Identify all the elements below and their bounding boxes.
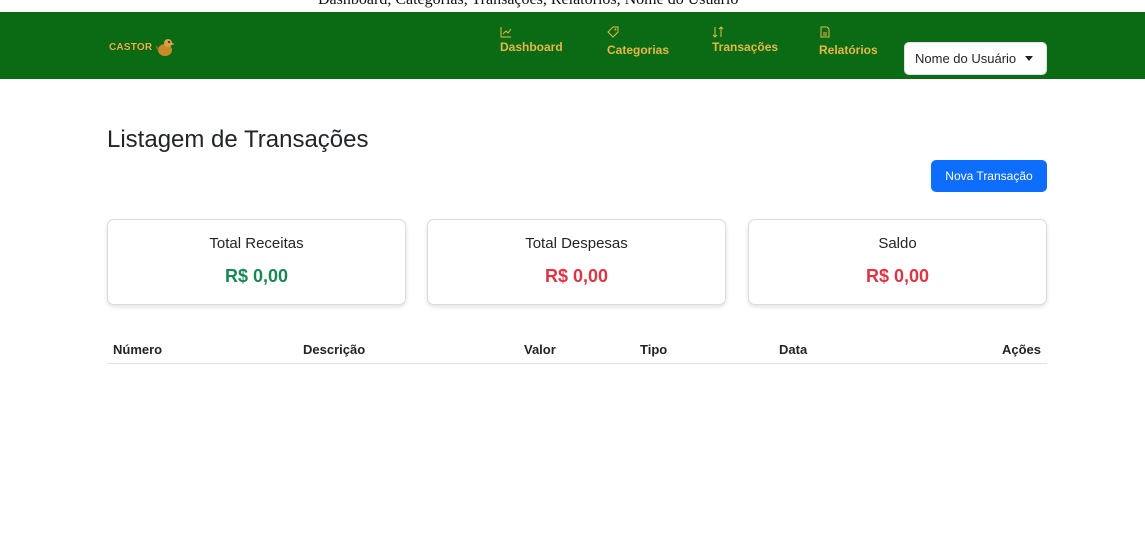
card-value: R$ 0,00 (865, 266, 930, 286)
document-icon (819, 26, 878, 40)
nav-item-categorias[interactable]: Categorias (607, 26, 669, 57)
tag-icon (607, 26, 669, 40)
brand-logo[interactable]: CASTOR (109, 34, 176, 60)
cropped-top-text: Dashboard, Categorias, Transações, Relat… (0, 0, 1145, 12)
col-header-numero[interactable]: Número (113, 342, 162, 357)
brand-text: CASTOR (109, 41, 153, 53)
col-header-tipo[interactable]: Tipo (640, 342, 667, 357)
user-dropdown[interactable]: Nome do Usuário (904, 42, 1047, 75)
nav-label-transacoes: Transações (712, 40, 779, 54)
page-title: Listagem de Transações (107, 126, 369, 153)
card-title: Saldo (878, 235, 917, 252)
card-title: Total Despesas (525, 235, 628, 252)
nav-item-dashboard[interactable]: Dashboard (500, 26, 563, 54)
col-header-data[interactable]: Data (779, 342, 807, 357)
card-title: Total Receitas (209, 235, 304, 252)
col-header-descricao[interactable]: Descrição (303, 342, 365, 357)
castor-bird-icon (154, 36, 176, 58)
card-value: R$ 0,00 (544, 266, 609, 286)
new-transaction-button[interactable]: Nova Transação (931, 160, 1047, 192)
sort-arrows-icon (712, 26, 778, 40)
nav-label-dashboard: Dashboard (500, 40, 563, 54)
card-value: R$ 0,00 (224, 266, 289, 286)
nav-item-transacoes[interactable]: Transações (712, 26, 778, 54)
user-name-label: Nome do Usuário (915, 51, 1017, 66)
nav-item-relatorios[interactable]: Relatórios (819, 26, 878, 57)
transactions-table-header: Número Descrição Valor Tipo Data Ações (107, 340, 1047, 364)
chevron-down-icon (1025, 56, 1034, 61)
card-saldo: Saldo R$ 0,00 (748, 219, 1047, 305)
card-total-receitas: Total Receitas R$ 0,00 (107, 219, 406, 305)
top-navbar: CASTOR Dashboard Categorias Transações R… (0, 12, 1145, 79)
cropped-top-label: Dashboard, Categorias, Transações, Relat… (318, 0, 738, 9)
card-total-despesas: Total Despesas R$ 0,00 (427, 219, 726, 305)
chart-line-icon (500, 26, 563, 40)
col-header-valor[interactable]: Valor (524, 342, 556, 357)
nav-label-categorias: Categorias (607, 43, 670, 57)
col-header-acoes[interactable]: Ações (1002, 342, 1041, 357)
nav-label-relatorios: Relatórios (819, 43, 878, 57)
